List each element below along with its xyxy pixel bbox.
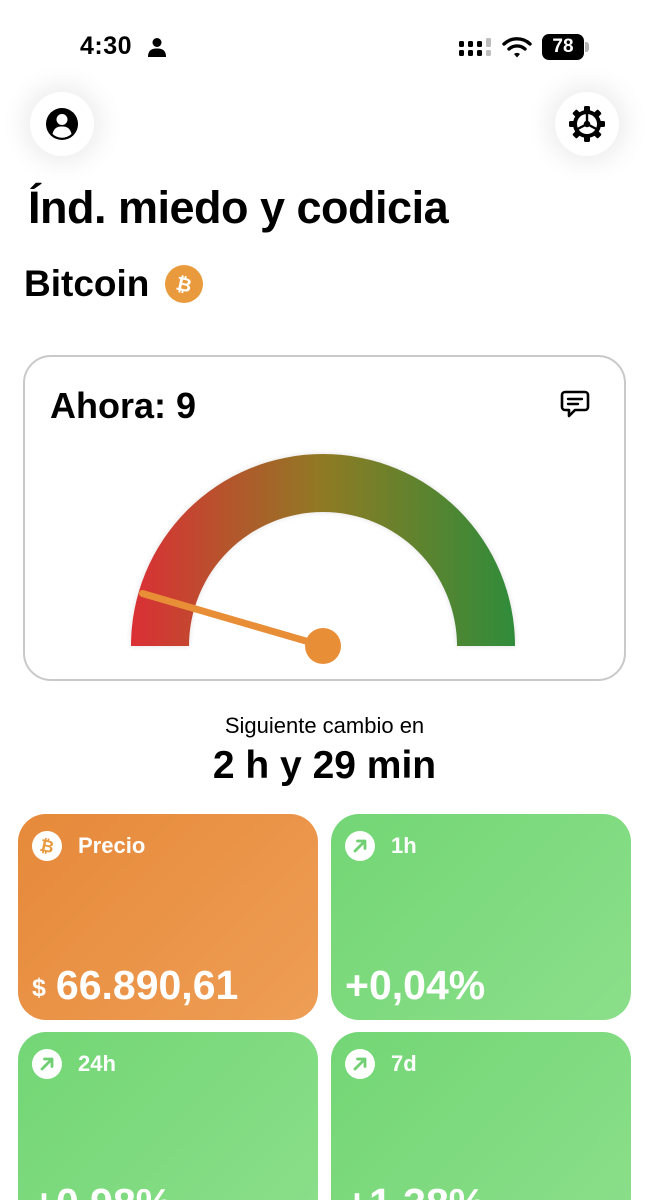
next-change-label: Siguiente cambio en xyxy=(224,713,425,738)
svg-text:₿: ₿ xyxy=(38,836,56,857)
person-circle-icon xyxy=(46,108,78,140)
gauge-needle-hub xyxy=(305,628,341,664)
currency-symbol: $ xyxy=(32,974,46,1002)
app-screen: 4:30 78 Índ. miedo y codicia Bitcoin ₿ A… xyxy=(0,0,649,1200)
change-1h-tile[interactable]: 1h +0,04% xyxy=(331,814,631,1020)
change-7d-label: 7d xyxy=(391,1051,417,1076)
status-time: 4:30 xyxy=(80,32,133,60)
change-1h-value: +0,04% xyxy=(345,962,486,1008)
battery-indicator: 78 xyxy=(542,34,590,60)
bitcoin-icon: ₿ xyxy=(165,265,204,303)
gear-icon xyxy=(569,106,605,142)
change-7d-tile[interactable]: 7d +1,38% xyxy=(331,1032,631,1200)
change-24h-label: 24h xyxy=(78,1051,116,1076)
price-amount: 66.890,61 xyxy=(55,962,239,1008)
person-icon xyxy=(148,38,166,57)
battery-level: 78 xyxy=(542,34,584,60)
next-change-countdown: 2 h y 29 min xyxy=(212,744,437,787)
settings-button[interactable] xyxy=(555,92,619,156)
wifi-icon xyxy=(502,37,532,58)
price-tile[interactable]: ₿ Precio $66.890,61 xyxy=(18,814,318,1020)
arrow-up-right-icon xyxy=(345,831,375,861)
asset-selector[interactable]: Bitcoin ₿ xyxy=(24,262,204,306)
price-label: Precio xyxy=(78,833,146,858)
fear-greed-gauge-card: Ahora: 9 xyxy=(23,355,626,681)
page-title: Índ. miedo y codicia xyxy=(28,182,449,233)
cellular-signal-icon xyxy=(459,38,491,56)
battery-tip xyxy=(585,42,589,52)
gauge-dial xyxy=(131,454,515,664)
arrow-up-right-icon xyxy=(345,1049,375,1079)
bitcoin-icon: ₿ xyxy=(32,831,62,861)
price-value: $66.890,61 xyxy=(32,962,238,1009)
change-1h-label: 1h xyxy=(391,833,417,858)
change-24h-value: +0,98% xyxy=(32,1180,172,1200)
arrow-up-right-icon xyxy=(32,1049,62,1079)
change-7d-value: +1,38% xyxy=(345,1180,485,1200)
change-24h-tile[interactable]: 24h +0,98% xyxy=(18,1032,318,1200)
profile-button[interactable] xyxy=(30,92,94,156)
gauge-arc xyxy=(131,454,515,646)
asset-name: Bitcoin xyxy=(24,263,150,304)
status-bar: 4:30 78 xyxy=(0,0,649,90)
svg-text:₿: ₿ xyxy=(174,273,194,296)
